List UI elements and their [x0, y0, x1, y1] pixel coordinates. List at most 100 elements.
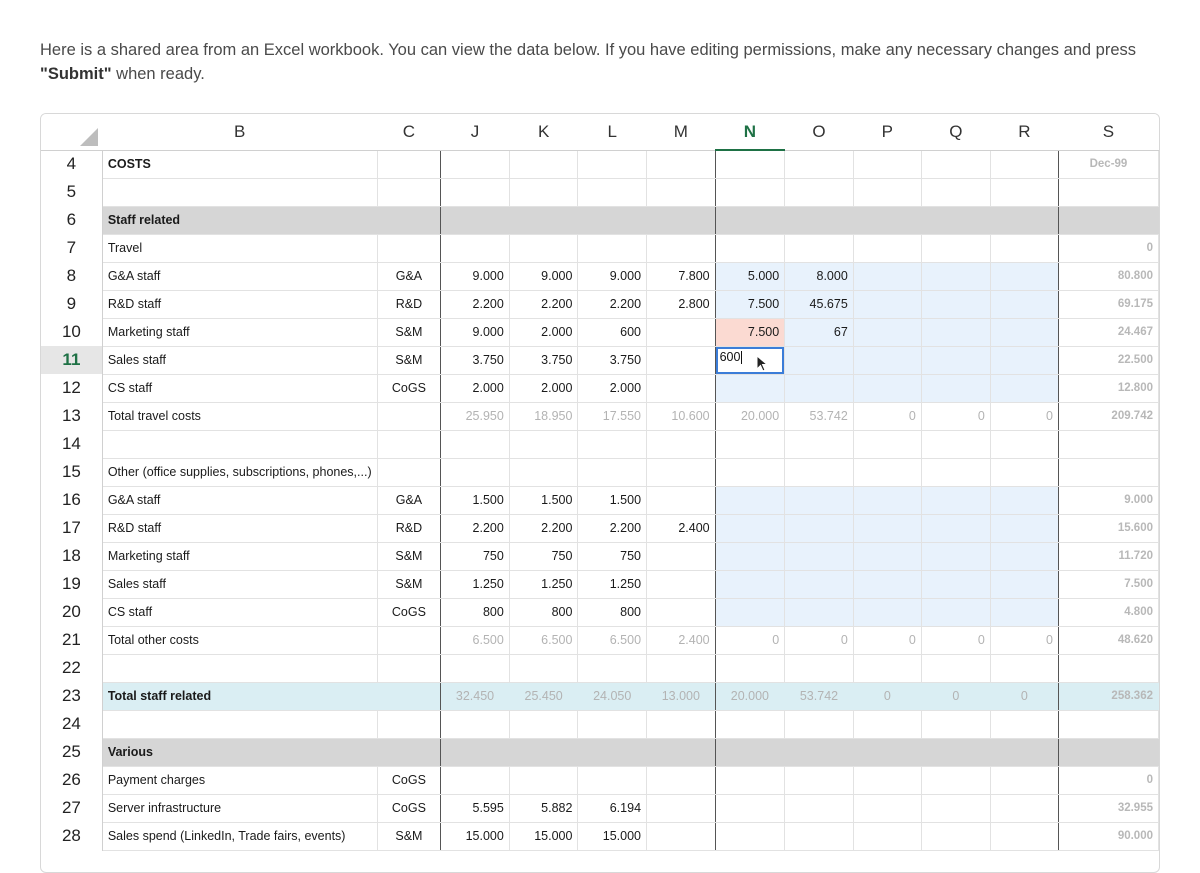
cell-j20[interactable]: 800	[440, 598, 510, 627]
cell-p20[interactable]	[853, 598, 922, 627]
cell-o13[interactable]: 53.742	[784, 401, 854, 431]
cell-l21[interactable]: 6.500	[577, 625, 648, 655]
row-header[interactable]: 21	[41, 626, 103, 654]
cell-m14[interactable]	[646, 430, 716, 459]
cell-p7[interactable]	[853, 234, 922, 263]
cell-q11[interactable]	[921, 346, 991, 375]
cell-m20[interactable]	[646, 598, 716, 627]
row-header[interactable]: 8	[41, 262, 103, 290]
cell-b-label[interactable]: Total travel costs	[102, 401, 378, 431]
cell-r15[interactable]	[990, 458, 1059, 487]
cell-q5[interactable]	[921, 178, 991, 207]
cell-b-label[interactable]: Total other costs	[102, 625, 378, 655]
cell-j16[interactable]: 1.500	[440, 486, 510, 515]
cell-o10[interactable]: 67	[784, 318, 854, 347]
column-header-c[interactable]: C	[377, 114, 441, 151]
cell-l8[interactable]: 9.000	[577, 262, 648, 291]
column-header-k[interactable]: K	[509, 114, 578, 151]
cell-j19[interactable]: 1.250	[440, 570, 510, 599]
cell-l16[interactable]: 1.500	[577, 486, 648, 515]
cell-j25[interactable]	[440, 738, 510, 767]
cell-p17[interactable]	[853, 514, 922, 543]
cell-c-category[interactable]	[377, 458, 442, 487]
cell-n11[interactable]: 600	[715, 346, 786, 375]
cell-q13[interactable]: 0	[921, 401, 991, 431]
cell-m6[interactable]	[646, 206, 716, 235]
cell-m22[interactable]	[646, 654, 716, 683]
cell-m26[interactable]	[646, 766, 716, 795]
cell-o21[interactable]: 0	[784, 625, 854, 655]
cell-m7[interactable]	[646, 234, 716, 263]
cell-c-category[interactable]	[377, 710, 442, 739]
cell-n7[interactable]	[715, 234, 786, 263]
cell-k14[interactable]	[509, 430, 579, 459]
cell-s-summary[interactable]: 0	[1058, 766, 1159, 795]
cell-m8[interactable]: 7.800	[646, 262, 716, 291]
row-header[interactable]: 7	[41, 234, 103, 262]
cell-p23[interactable]: 0	[853, 681, 922, 711]
cell-q24[interactable]	[921, 710, 991, 739]
cell-b-label[interactable]: COSTS	[102, 150, 378, 179]
cell-q12[interactable]	[921, 374, 991, 403]
cell-j14[interactable]	[440, 430, 510, 459]
cell-l17[interactable]: 2.200	[577, 514, 648, 543]
cell-p24[interactable]	[853, 710, 922, 739]
cell-r22[interactable]	[990, 654, 1059, 683]
cell-s-summary[interactable]: 32.955	[1058, 794, 1159, 823]
row-header[interactable]: 28	[41, 822, 103, 850]
cell-m19[interactable]	[646, 570, 716, 599]
column-header-s[interactable]: S	[1058, 114, 1159, 151]
cell-s-summary[interactable]	[1058, 430, 1159, 459]
cell-j23[interactable]: 32.450	[440, 681, 510, 711]
cell-o23[interactable]: 53.742	[784, 681, 854, 711]
column-header-l[interactable]: L	[577, 114, 647, 151]
active-cell-editor[interactable]: 600	[715, 346, 784, 373]
cell-l9[interactable]: 2.200	[577, 290, 648, 319]
cell-c-category[interactable]	[377, 178, 442, 207]
cell-r16[interactable]	[990, 486, 1059, 515]
cell-k9[interactable]: 2.200	[509, 290, 579, 319]
cell-b-label[interactable]: Sales staff	[102, 570, 378, 599]
cell-m24[interactable]	[646, 710, 716, 739]
cell-n25[interactable]	[715, 738, 786, 767]
cell-o9[interactable]: 45.675	[784, 290, 854, 319]
cell-s-summary[interactable]	[1058, 654, 1159, 683]
cell-r11[interactable]	[990, 346, 1059, 375]
cell-o15[interactable]	[784, 458, 854, 487]
row-header[interactable]: 9	[41, 290, 103, 318]
cell-c-category[interactable]: S&M	[377, 346, 442, 375]
column-header-p[interactable]: P	[853, 114, 922, 151]
cell-m25[interactable]	[646, 738, 716, 767]
cell-r17[interactable]	[990, 514, 1059, 543]
cell-p12[interactable]	[853, 374, 922, 403]
cell-r7[interactable]	[990, 234, 1059, 263]
cell-s-summary[interactable]: 7.500	[1058, 570, 1159, 599]
cell-b-label[interactable]: R&D staff	[102, 290, 378, 319]
cell-r14[interactable]	[990, 430, 1059, 459]
cell-c-category[interactable]	[377, 234, 442, 263]
cell-b-label[interactable]: Marketing staff	[102, 318, 378, 347]
cell-q20[interactable]	[921, 598, 991, 627]
cell-n19[interactable]	[715, 570, 786, 599]
cell-n10[interactable]: 7.500	[715, 318, 786, 347]
cell-n9[interactable]: 7.500	[715, 290, 786, 319]
cell-o26[interactable]	[784, 766, 854, 795]
cell-n6[interactable]	[715, 206, 786, 235]
cell-j22[interactable]	[440, 654, 510, 683]
cell-k17[interactable]: 2.200	[509, 514, 579, 543]
cell-o7[interactable]	[784, 234, 854, 263]
cell-b-label[interactable]	[102, 178, 378, 207]
cell-s-summary[interactable]: 4.800	[1058, 598, 1159, 627]
cell-q18[interactable]	[921, 542, 991, 571]
cell-n13[interactable]: 20.000	[715, 401, 786, 431]
cell-k6[interactable]	[509, 206, 579, 235]
cell-j18[interactable]: 750	[440, 542, 510, 571]
cell-c-category[interactable]	[377, 206, 442, 235]
cell-c-category[interactable]	[377, 401, 442, 431]
cell-q6[interactable]	[921, 206, 991, 235]
cell-k4[interactable]	[509, 150, 579, 179]
cell-c-category[interactable]	[377, 654, 442, 683]
cell-j17[interactable]: 2.200	[440, 514, 510, 543]
cell-j28[interactable]: 15.000	[440, 822, 510, 851]
cell-n17[interactable]	[715, 514, 786, 543]
